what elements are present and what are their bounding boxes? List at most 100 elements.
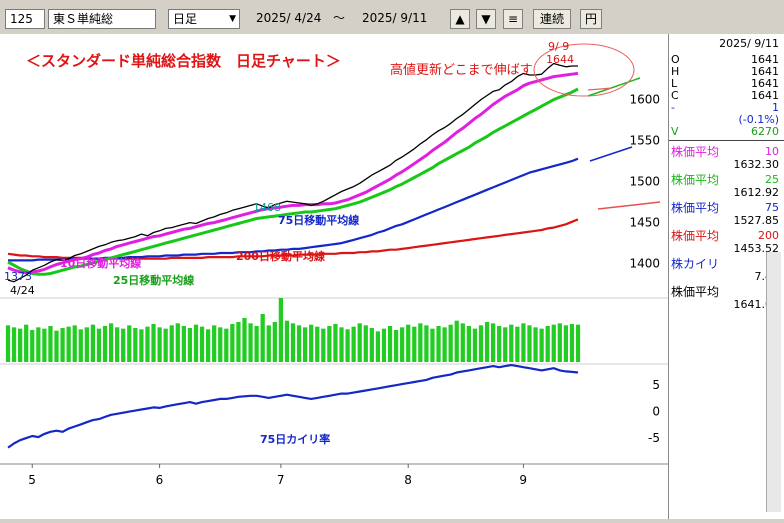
ma-label-row: 株カイリ75 bbox=[669, 257, 781, 271]
volume-bar bbox=[515, 326, 520, 362]
kairi-tick-label: -5 bbox=[648, 431, 660, 445]
toolbar: 125 東Ｓ単純総 日足 ▼ 2025/ 4/24 ～ 2025/ 9/11 ▲… bbox=[0, 0, 784, 34]
volume-bar bbox=[42, 328, 47, 362]
x-tick-label: 5 bbox=[28, 473, 36, 487]
volume-bar bbox=[272, 322, 277, 362]
volume-bar bbox=[157, 327, 162, 362]
kairi-axis-labels: 5 0 -5 bbox=[648, 378, 660, 445]
yen-button[interactable]: 円 bbox=[580, 9, 602, 29]
volume-bar bbox=[442, 327, 447, 362]
volume-bar bbox=[430, 328, 435, 362]
up-button[interactable]: ▲ bbox=[450, 9, 470, 29]
volume-bar bbox=[18, 328, 23, 362]
volume-bar bbox=[121, 328, 126, 362]
volume-bar bbox=[309, 324, 314, 362]
volume-bar bbox=[406, 324, 411, 362]
volume-bar bbox=[454, 320, 459, 362]
scrollbar[interactable] bbox=[766, 252, 781, 512]
ma-value: 1632.30 bbox=[733, 158, 780, 171]
y-tick-label: 1400 bbox=[629, 257, 660, 271]
y-tick-label: 1600 bbox=[629, 93, 660, 107]
label-ma200: 200日移動平均線 bbox=[236, 249, 325, 263]
ma-value-row: 1632.30 bbox=[669, 159, 781, 171]
ma-label-row: 株価平均 200 bbox=[669, 229, 781, 243]
ma-label-row: 株価平均1 bbox=[669, 286, 781, 299]
code-field[interactable]: 125 bbox=[5, 9, 45, 29]
mid-value: 1468 bbox=[253, 201, 281, 214]
volume-bar bbox=[563, 325, 568, 362]
volume-bar bbox=[127, 325, 132, 362]
volume-bar bbox=[78, 329, 83, 362]
volume-bar bbox=[321, 328, 326, 362]
volume-bar bbox=[284, 320, 290, 362]
volume-bar bbox=[5, 325, 11, 362]
date-from[interactable]: 2025/ 4/24 bbox=[256, 9, 328, 29]
volume-bar bbox=[199, 326, 205, 362]
volume-bar bbox=[139, 329, 144, 362]
ma-value-row: 7.41 bbox=[669, 271, 781, 283]
volume-bar bbox=[205, 329, 211, 362]
ma10-line bbox=[7, 71, 579, 275]
ma-period: 25 bbox=[765, 173, 779, 186]
volume-bar bbox=[569, 324, 575, 362]
volume-bar bbox=[436, 326, 441, 362]
chart-svg: 1600 1550 1500 1450 1400 5 0 -5 5 6 7 8 9 ＜スタンダード単… bbox=[0, 40, 668, 487]
label-ma75: 75日移動平均線 bbox=[278, 213, 359, 227]
volume-bar bbox=[236, 322, 241, 362]
date-to[interactable]: 2025/ 9/11 bbox=[362, 9, 436, 29]
volume-bar bbox=[551, 324, 556, 362]
volume-bar bbox=[212, 325, 217, 362]
menu-button[interactable]: ≡ bbox=[503, 9, 523, 29]
volume-bar bbox=[254, 326, 259, 362]
ma-label: 株価平均 bbox=[671, 229, 720, 243]
volume-bar bbox=[466, 326, 471, 362]
volume-bar bbox=[151, 324, 156, 362]
volume-bar bbox=[357, 323, 362, 362]
volume-bar bbox=[381, 328, 387, 362]
label-ma10: 10日移動平均線 bbox=[60, 256, 141, 270]
chart-area: 1600 1550 1500 1450 1400 5 0 -5 5 6 7 8 9 ＜スタンダード単… bbox=[0, 34, 668, 519]
volume-bar bbox=[375, 331, 381, 362]
ma25-line bbox=[7, 87, 579, 276]
ma-label-row: 株価平均 10 bbox=[669, 146, 781, 159]
volume-bar bbox=[266, 325, 271, 362]
chart-title: ＜スタンダード単純総合指数 日足チャート＞ bbox=[26, 52, 341, 70]
date-tilde: ～ bbox=[333, 11, 346, 25]
down-button[interactable]: ▼ bbox=[476, 9, 496, 29]
volume-bar bbox=[224, 328, 229, 362]
volume-bar bbox=[230, 324, 235, 362]
volume-bar bbox=[557, 323, 562, 362]
y-axis-labels: 1600 1550 1500 1450 1400 bbox=[629, 93, 660, 271]
volume-bar bbox=[278, 298, 283, 362]
ma-label-row: 株価平均 75 bbox=[669, 201, 781, 215]
volume-bar bbox=[48, 326, 53, 362]
volume-bar bbox=[169, 325, 174, 362]
volume-bar bbox=[181, 326, 186, 362]
volume-bar bbox=[133, 328, 138, 362]
name-field[interactable]: 東Ｓ単純総 bbox=[48, 9, 156, 29]
code-value: 125 bbox=[10, 12, 33, 26]
low-value: 1373 bbox=[4, 270, 32, 283]
volume-bar bbox=[490, 323, 496, 362]
volume-bar bbox=[527, 325, 532, 362]
volume-bar bbox=[333, 324, 338, 362]
continuous-button[interactable]: 連続 bbox=[533, 9, 571, 29]
volume-bar bbox=[290, 323, 296, 362]
volume-bar bbox=[327, 326, 332, 362]
volume-bar bbox=[460, 323, 465, 362]
ma-label: 株価平均 bbox=[671, 201, 720, 215]
ma-period: 75 bbox=[765, 201, 779, 214]
period-select[interactable]: 日足 ▼ bbox=[168, 9, 240, 29]
ma-label: 株カイリ bbox=[671, 257, 720, 271]
volume-bar bbox=[145, 326, 150, 362]
volume-bar bbox=[242, 318, 247, 362]
volume-bar bbox=[218, 327, 223, 362]
label-ma25: 25日移動平均線 bbox=[113, 273, 194, 287]
ma-value: 1612.92 bbox=[733, 186, 780, 199]
ma-label-row: 株価平均 25 bbox=[669, 173, 781, 187]
annotation-top: 高値更新どこまで伸ばす bbox=[390, 62, 533, 78]
volume-bar bbox=[303, 327, 308, 362]
ma-value-row: 1641.00 bbox=[669, 299, 781, 311]
ma-period: 200 bbox=[758, 229, 779, 242]
x-tick-label: 7 bbox=[277, 473, 285, 487]
